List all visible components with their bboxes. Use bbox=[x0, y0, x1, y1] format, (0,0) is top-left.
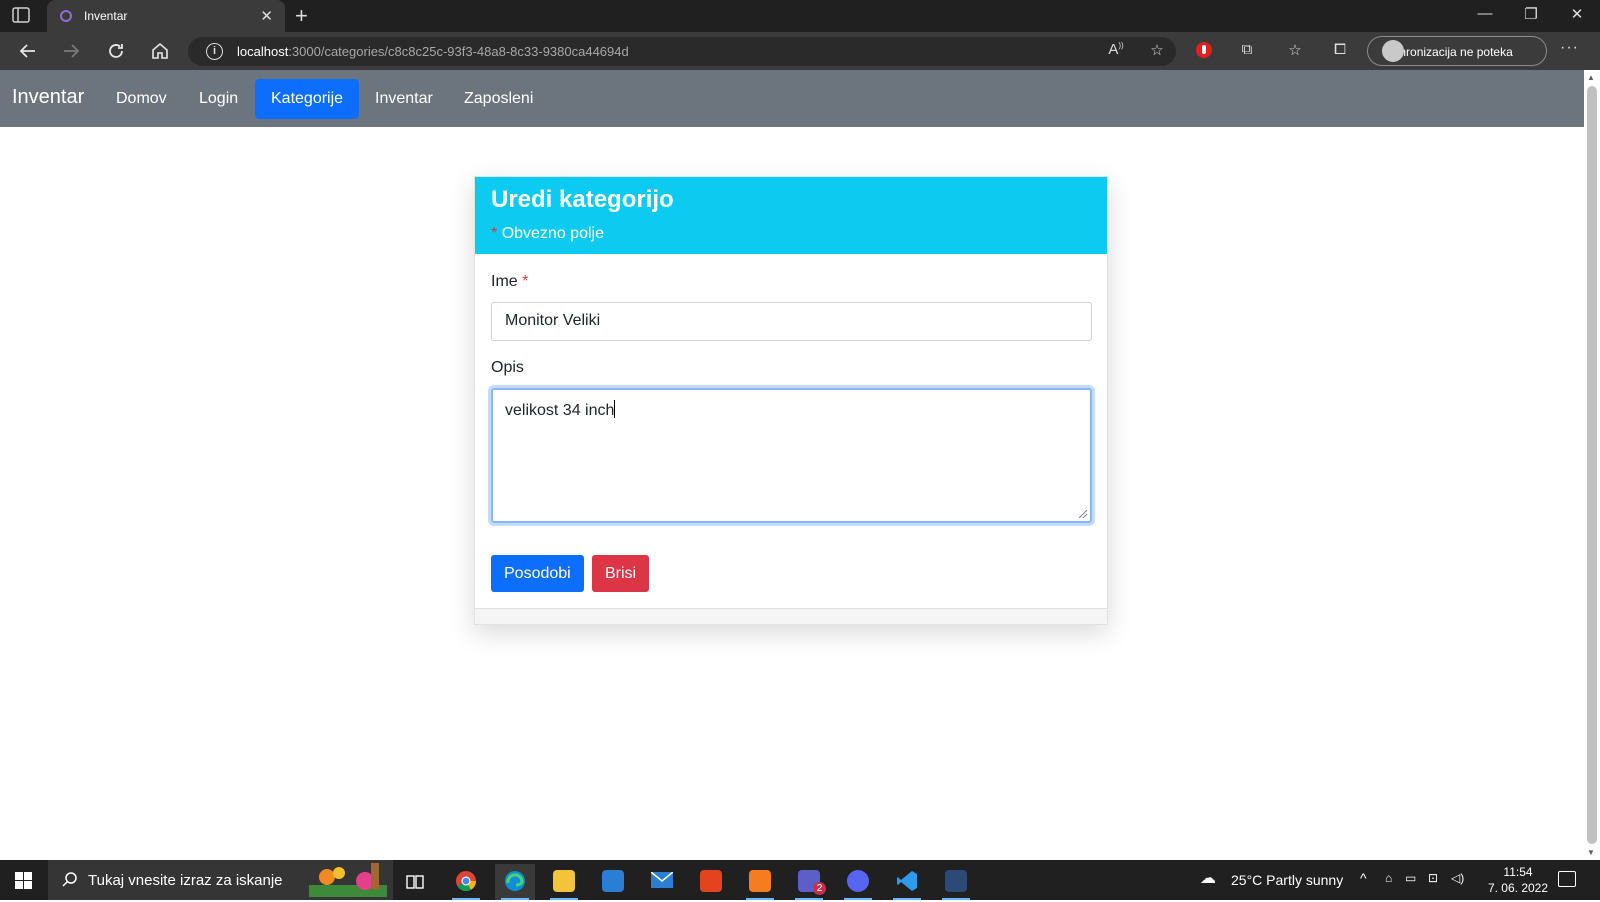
url-text: localhost:3000/categories/c8c8c25c-93f3-… bbox=[237, 44, 629, 59]
nav-link-login[interactable]: Login bbox=[183, 79, 254, 119]
weather-text[interactable]: 25°C Partly sunny bbox=[1231, 872, 1343, 888]
edit-category-card: Uredi kategorijo * Obvezno polje Ime * M… bbox=[474, 176, 1108, 625]
search-placeholder: Tukaj vnesite izraz za iskanje bbox=[88, 872, 283, 889]
required-note: * Obvezno polje bbox=[491, 225, 604, 242]
xampp-icon[interactable] bbox=[740, 864, 780, 900]
clock-date: 7. 06. 2022 bbox=[1487, 881, 1549, 895]
taskbar-search[interactable]: Tukaj vnesite izraz za iskanje bbox=[48, 860, 393, 900]
scroll-down-icon[interactable]: ▼ bbox=[1587, 848, 1595, 857]
tab-favicon-icon bbox=[59, 9, 73, 23]
extensions-icon[interactable]: ⧉ bbox=[1237, 41, 1257, 61]
profile-avatar-icon bbox=[1382, 40, 1404, 62]
battery-icon[interactable]: ▭ bbox=[1405, 871, 1416, 885]
volume-icon[interactable]: ◁) bbox=[1451, 871, 1464, 885]
edge-taskbar-icon[interactable] bbox=[495, 864, 535, 900]
address-bar-row: i localhost:3000/categories/c8c8c25c-93f… bbox=[0, 32, 1600, 70]
network-icon[interactable]: ⊡ bbox=[1428, 871, 1438, 885]
favorite-add-icon[interactable]: ☆ bbox=[1147, 41, 1167, 61]
meet-now-icon[interactable]: ⌂ bbox=[1385, 871, 1392, 885]
tab-title: Inventar bbox=[84, 9, 128, 23]
site-info-icon[interactable]: i bbox=[206, 43, 223, 60]
tab-actions-icon[interactable] bbox=[12, 7, 36, 25]
browser-tab-bar: Inventar ✕ + — ❐ ✕ bbox=[0, 0, 1600, 32]
favorites-icon[interactable]: ☆ bbox=[1285, 41, 1305, 61]
resize-handle-icon[interactable] bbox=[1079, 510, 1087, 518]
more-options-icon[interactable]: ··· bbox=[1560, 39, 1579, 57]
scroll-thumb[interactable] bbox=[1587, 86, 1597, 844]
office-icon[interactable] bbox=[691, 864, 731, 900]
text-cursor bbox=[614, 400, 616, 418]
task-view-icon[interactable] bbox=[395, 864, 435, 900]
file-explorer-icon[interactable] bbox=[544, 864, 584, 900]
new-tab-icon[interactable]: + bbox=[295, 3, 308, 29]
start-icon[interactable] bbox=[15, 872, 32, 889]
card-header: Uredi kategorijo * Obvezno polje bbox=[475, 177, 1107, 254]
delete-button[interactable]: Brisi bbox=[592, 555, 650, 592]
windows-taskbar: Tukaj vnesite izraz za iskanje 2 ☁ 25°C bbox=[0, 860, 1600, 900]
tab-close-icon[interactable]: ✕ bbox=[260, 7, 273, 25]
nav-link-kategorije[interactable]: Kategorije bbox=[255, 79, 360, 119]
nav-link-domov[interactable]: Domov bbox=[100, 79, 183, 119]
refresh-icon[interactable] bbox=[105, 40, 127, 62]
store-icon[interactable] bbox=[593, 864, 633, 900]
search-icon bbox=[62, 871, 78, 887]
update-button[interactable]: Posodobi bbox=[491, 555, 584, 592]
navbar-brand[interactable]: Inventar bbox=[12, 86, 84, 109]
home-icon[interactable] bbox=[149, 40, 171, 62]
forward-icon[interactable] bbox=[60, 40, 82, 62]
chrome-taskbar-icon[interactable] bbox=[446, 864, 486, 900]
page-scrollbar[interactable]: ▲ ▼ bbox=[1584, 70, 1600, 860]
clock-time: 11:54 bbox=[1503, 865, 1533, 879]
mail-icon[interactable] bbox=[642, 864, 682, 900]
search-highlight-icon bbox=[309, 863, 387, 897]
minimize-icon[interactable]: — bbox=[1470, 5, 1500, 22]
name-label: Ime * bbox=[491, 273, 529, 290]
taskbar-clock[interactable]: 11:54 7. 06. 2022 bbox=[1473, 864, 1563, 896]
nav-link-zaposleni[interactable]: Zaposleni bbox=[448, 79, 549, 119]
card-footer bbox=[475, 608, 1107, 624]
restore-icon[interactable]: ❐ bbox=[1516, 5, 1546, 23]
description-field[interactable]: velikost 34 inch bbox=[491, 388, 1092, 523]
adblock-extension-icon[interactable] bbox=[1194, 41, 1214, 61]
vscode-icon[interactable] bbox=[887, 864, 927, 900]
site-navbar: Inventar Domov Login Kategorije Inventar… bbox=[0, 70, 1584, 127]
page-title: Uredi kategorijo bbox=[491, 186, 674, 213]
url-field[interactable]: i localhost:3000/categories/c8c8c25c-93f… bbox=[188, 37, 1176, 66]
back-icon[interactable] bbox=[17, 40, 39, 62]
nav-link-inventar[interactable]: Inventar bbox=[359, 79, 449, 119]
tray-chevron-icon[interactable]: ^ bbox=[1360, 870, 1367, 886]
terminal-app-icon[interactable] bbox=[936, 864, 976, 900]
sync-profile-button[interactable]: Sinhronizacija ne poteka bbox=[1367, 36, 1547, 66]
browser-tab[interactable]: Inventar ✕ bbox=[47, 0, 285, 32]
collections-icon[interactable]: ⧠ bbox=[1330, 41, 1350, 61]
teams-icon[interactable]: 2 bbox=[789, 864, 829, 900]
description-label: Opis bbox=[491, 359, 524, 376]
name-field[interactable]: Monitor Veliki bbox=[491, 302, 1092, 341]
scroll-up-icon[interactable]: ▲ bbox=[1587, 73, 1595, 82]
teams-badge: 2 bbox=[813, 882, 826, 895]
notification-center-icon[interactable] bbox=[1558, 871, 1576, 887]
window-close-icon[interactable]: ✕ bbox=[1562, 5, 1592, 23]
read-aloud-icon[interactable]: A)) bbox=[1106, 41, 1126, 61]
weather-icon[interactable]: ☁ bbox=[1200, 868, 1216, 888]
discord-icon[interactable] bbox=[838, 864, 878, 900]
